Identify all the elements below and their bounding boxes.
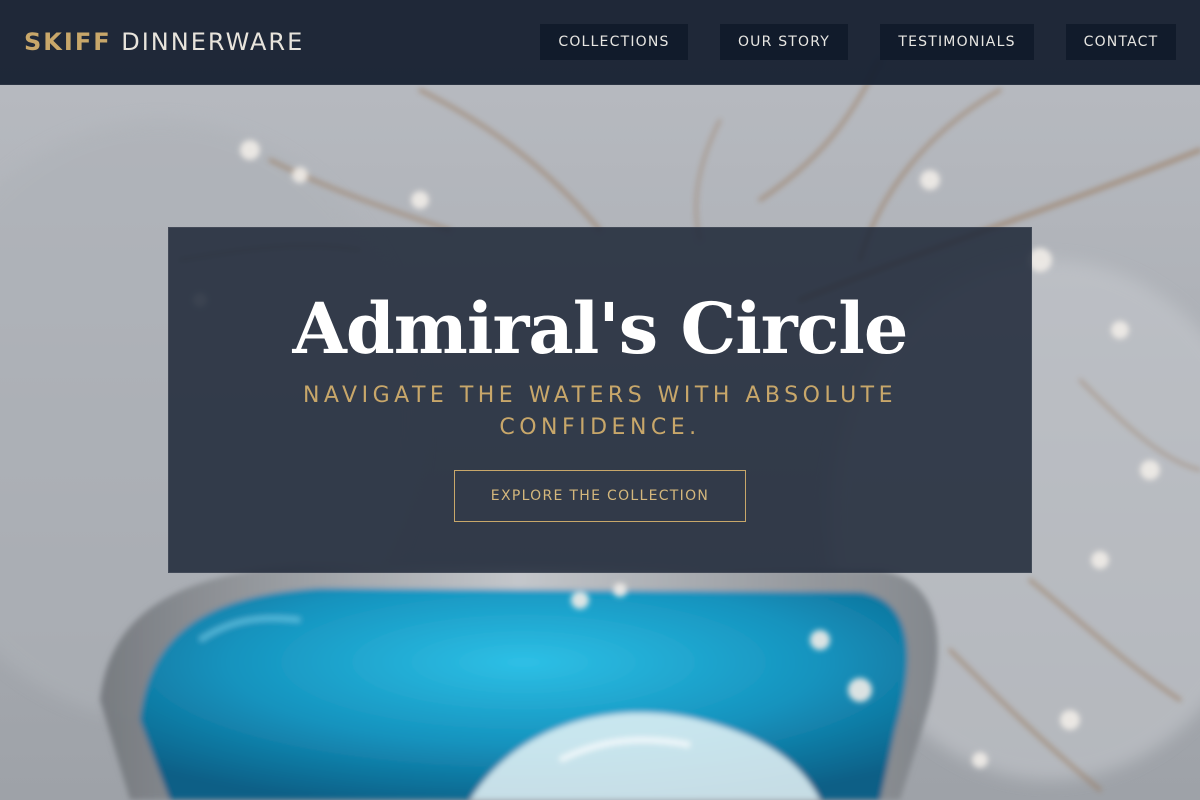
nav-collections-button[interactable]: COLLECTIONS: [540, 24, 688, 60]
hero-title: Admiral's Circle: [292, 287, 909, 370]
explore-collection-button[interactable]: EXPLORE THE COLLECTION: [454, 470, 746, 522]
hero-card: Admiral's Circle NAVIGATE THE WATERS WIT…: [168, 227, 1032, 573]
hero-subtitle: NAVIGATE THE WATERS WITH ABSOLUTE CONFID…: [302, 383, 898, 440]
nav-testimonials-button[interactable]: TESTIMONIALS: [880, 24, 1034, 60]
nav-contact-button[interactable]: CONTACT: [1066, 24, 1176, 60]
brand-name-rest: DINNERWARE: [121, 28, 305, 56]
brand-logo[interactable]: SKIFF DINNERWARE: [24, 26, 304, 58]
landing-page: SKIFF DINNERWARE COLLECTIONS OUR STORY T…: [0, 0, 1200, 800]
site-header: SKIFF DINNERWARE COLLECTIONS OUR STORY T…: [0, 0, 1200, 85]
nav-our-story-button[interactable]: OUR STORY: [720, 24, 848, 60]
brand-name-accent: SKIFF: [24, 28, 112, 56]
